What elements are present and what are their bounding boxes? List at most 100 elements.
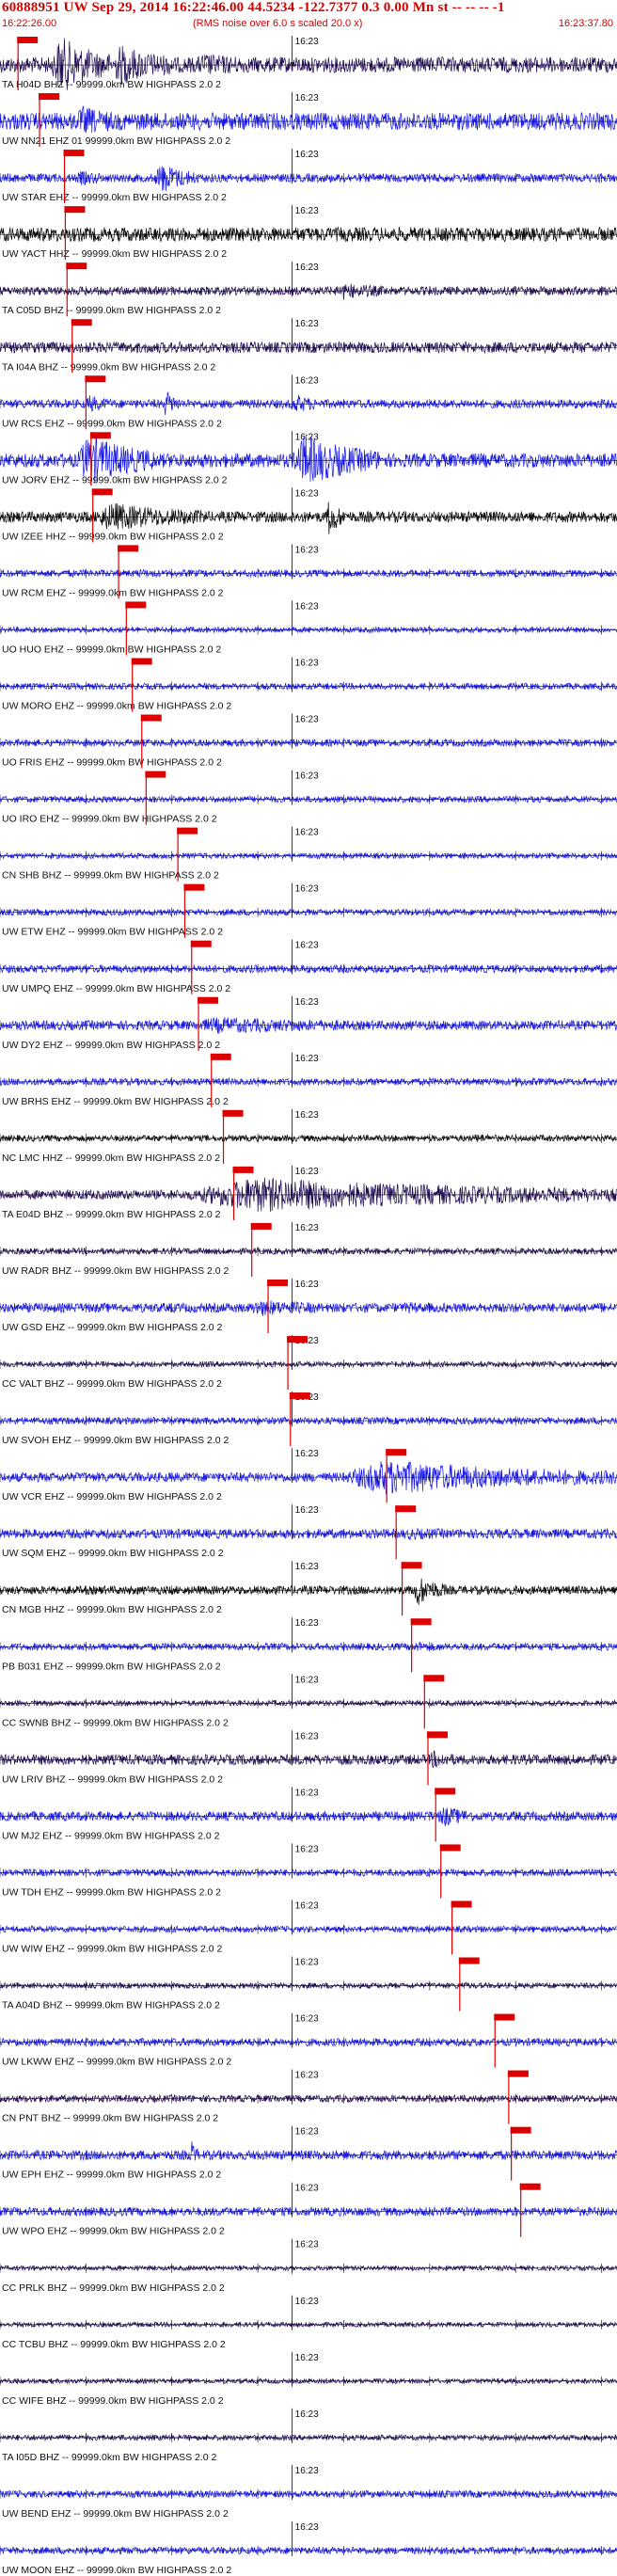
minute-mark-label: 16:23 (295, 1280, 319, 1290)
station-label: UW MOON EHZ -- 99999.0km BW HIGHPASS 2.0… (2, 2565, 231, 2576)
station-label: CC PRLK BHZ -- 99999.0km BW HIGHPASS 2.0… (2, 2282, 225, 2294)
pick-flag (91, 488, 113, 496)
pick-flag (140, 714, 162, 722)
pick-flag (89, 432, 111, 439)
minute-mark-label: 16:23 (295, 2409, 319, 2420)
minute-mark-label: 16:23 (295, 1562, 319, 1572)
minute-mark-label: 16:23 (295, 997, 319, 1008)
minute-mark-label: 16:23 (295, 601, 319, 612)
waveform-trace (0, 391, 617, 416)
pick-flag (64, 206, 86, 214)
station-label: UW IZEE HHZ -- 99999.0km BW HIGHPASS 2.0… (2, 531, 224, 542)
station-label: UW LKWW EHZ -- 99999.0km BW HIGHPASS 2.0… (2, 2057, 231, 2068)
waveform-trace (0, 1134, 617, 1143)
pick-flag (435, 1788, 456, 1795)
waveform-trace (0, 1750, 617, 1769)
station-label: TA C05D BHZ -- 99999.0km BW HIGHPASS 2.0… (2, 305, 221, 316)
waveform-trace (0, 1699, 617, 1708)
station-label: UW MJ2 EHZ -- 99999.0km BW HIGHPASS 2.0 … (2, 1830, 220, 1841)
pick-flag (222, 1109, 244, 1117)
station-label: UO HUO EHZ -- 99999.0km BW HIGHPASS 2.0 … (2, 644, 221, 655)
pick-flag (401, 1562, 422, 1569)
waveform-trace (0, 2377, 617, 2385)
pick-flag (395, 1505, 417, 1513)
station-label: UO IRO EHZ -- 99999.0km BW HIGHPASS 2.0 … (2, 814, 217, 825)
minute-mark-label: 16:23 (295, 2522, 319, 2533)
minute-mark-label: 16:23 (295, 545, 319, 555)
station-label: UW DY2 EHZ -- 99999.0km BW HIGHPASS 2.0 … (2, 1040, 220, 1051)
minute-mark-label: 16:23 (295, 1788, 319, 1798)
station-label: TA I04A BHZ -- 99999.0km BW HIGHPASS 2.0… (2, 361, 215, 373)
pick-flag (210, 1053, 231, 1060)
waveform-trace (0, 681, 617, 692)
pick-flag (198, 996, 219, 1004)
station-label: UW SVOH EHZ -- 99999.0km BW HIGHPASS 2.0… (2, 1435, 229, 1446)
pick-flag (39, 93, 60, 101)
event-title: 60888951 UW Sep 29, 2014 16:22:46.00 44.… (2, 0, 505, 15)
minute-mark-label: 16:23 (295, 1054, 319, 1064)
pick-flag (177, 827, 198, 835)
station-label: UW GSD EHZ -- 99999.0km BW HIGHPASS 2.0 … (2, 1322, 223, 1333)
pick-flag (63, 150, 85, 157)
pick-flag (125, 601, 147, 609)
minute-mark-label: 16:23 (295, 715, 319, 725)
pick-flag (131, 658, 152, 665)
station-label: CN PNT BHZ -- 99999.0km BW HIGHPASS 2.0 … (2, 2113, 218, 2124)
station-label: UO FRIS EHZ -- 99999.0km BW HIGHPASS 2.0… (2, 757, 222, 769)
station-label: UW SQM EHZ -- 99999.0km BW HIGHPASS 2.0 … (2, 1548, 224, 1559)
station-label: UW BRHS EHZ -- 99999.0km BW HIGHPASS 2.0… (2, 1096, 229, 1107)
station-label: UW ETW EHZ -- 99999.0km BW HIGHPASS 2.0 … (2, 927, 223, 938)
minute-mark-label: 16:23 (295, 319, 319, 329)
waveform-trace (0, 851, 617, 860)
pick-flag (458, 1957, 480, 1964)
minute-mark-label: 16:23 (295, 771, 319, 782)
waveform-trace (0, 1461, 617, 1495)
minute-mark-label: 16:23 (295, 1167, 319, 1177)
minute-mark-label: 16:23 (295, 2353, 319, 2363)
minute-mark-label: 16:23 (295, 1110, 319, 1121)
waveform-trace (0, 1868, 617, 1878)
pick-flag (386, 1449, 407, 1456)
waveform-trace (0, 1578, 617, 1605)
plot-header: 60888951 UW Sep 29, 2014 16:22:46.00 44.… (0, 0, 617, 34)
station-label: UW STAR EHZ -- 99999.0km BW HIGHPASS 2.0… (2, 192, 227, 203)
minute-mark-label: 16:23 (295, 2014, 319, 2025)
pick-flag (510, 2126, 531, 2134)
minute-mark-label: 16:23 (295, 2297, 319, 2307)
minute-mark-label: 16:23 (295, 884, 319, 895)
pick-flag (410, 1618, 432, 1626)
minute-mark-label: 16:23 (295, 658, 319, 668)
station-label: TA A04D BHZ -- 99999.0km BW HIGHPASS 2.0… (2, 2000, 220, 2012)
pick-flag (232, 1166, 254, 1173)
station-label: NC LMC HHZ -- 99999.0km BW HIGHPASS 2.0 … (2, 1153, 220, 1164)
pick-flag (507, 2070, 529, 2077)
station-label: UW LRIV BHZ -- 99999.0km BW HIGHPASS 2.0… (2, 1773, 223, 1785)
minute-mark-label: 16:23 (295, 1844, 319, 1854)
minute-mark-label: 16:23 (295, 1223, 319, 1233)
station-label: PB B031 EHZ -- 99999.0km BW HIGHPASS 2.0… (2, 1661, 221, 1672)
station-label: CC VALT BHZ -- 99999.0km BW HIGHPASS 2.0… (2, 1378, 222, 1390)
station-label: UW RCM EHZ -- 99999.0km BW HIGHPASS 2.0 … (2, 587, 224, 598)
pick-flag (287, 1336, 308, 1344)
start-time: 16:22:26.00 (2, 18, 57, 29)
minute-mark-label: 16:23 (295, 828, 319, 838)
minute-mark-label: 16:23 (295, 1449, 319, 1459)
pick-flag (183, 883, 205, 891)
pick-flag (519, 2183, 541, 2190)
rms-note: (RMS noise over 6.0 s scaled 20.0 x) (193, 18, 363, 29)
pick-flag (17, 37, 39, 44)
station-label: CC TCBU BHZ -- 99999.0km BW HIGHPASS 2.0… (2, 2339, 226, 2350)
pick-flag (423, 1675, 445, 1682)
station-label: UW MORO EHZ -- 99999.0km BW HIGHPASS 2.0… (2, 701, 231, 712)
minute-mark-label: 16:23 (295, 206, 319, 216)
waveform-trace (0, 1807, 617, 1827)
minute-mark-label: 16:23 (295, 1505, 319, 1516)
pick-flag (289, 1392, 310, 1400)
pick-flag (426, 1731, 448, 1739)
waveform-trace (0, 105, 617, 134)
pick-flag (439, 1844, 461, 1852)
minute-mark-label: 16:23 (295, 432, 319, 442)
station-label: TA I05D BHZ -- 99999.0km BW HIGHPASS 2.0… (2, 2452, 217, 2463)
pick-flag (145, 771, 166, 778)
waveform-trace (0, 283, 617, 300)
